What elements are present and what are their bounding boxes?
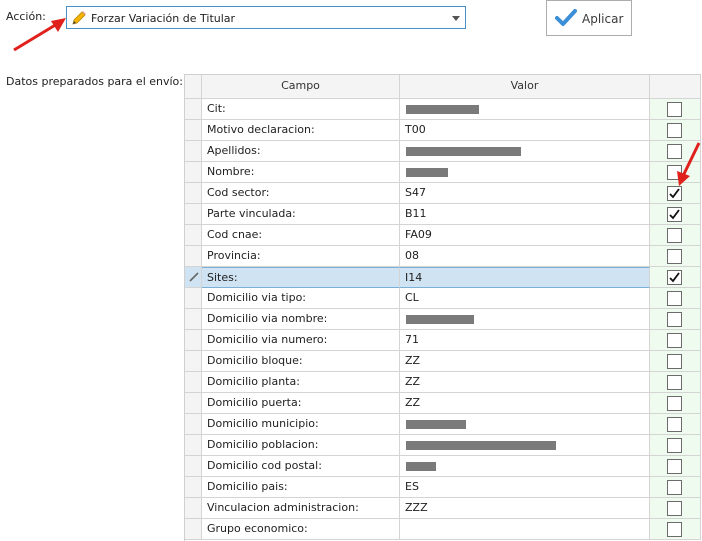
red-arrow-annotation: [13, 18, 66, 52]
annotation-overlay: [13, 18, 701, 186]
red-arrow-annotation: [677, 142, 701, 186]
